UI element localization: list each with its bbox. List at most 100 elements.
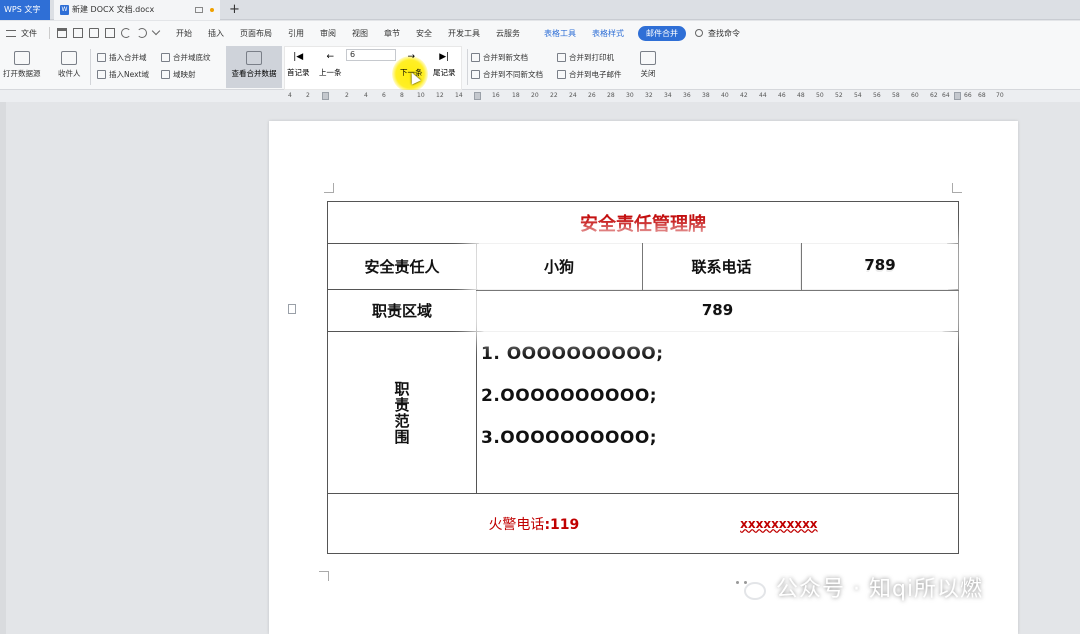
ruler-tick: 6 [382,92,386,99]
merge-to-printer-button[interactable]: 合并到打印机 [557,52,614,63]
ruler-tick: 68 [978,92,986,99]
ruler-tick: 66 [964,92,972,99]
undo-icon[interactable] [121,28,131,38]
ruler-tick: 34 [664,92,672,99]
insert-next-field-label: 插入Next域 [109,70,149,79]
area-label[interactable]: 职责区域 [327,289,477,332]
paragraph-options-icon[interactable] [288,304,296,314]
arrow-right-icon: → [407,52,416,62]
merged-phone-value[interactable]: 789 [801,256,959,274]
divider [467,49,468,85]
wechat-icon [730,574,768,600]
menu-bar: 文件 开始 插入 页面布局 引用 审阅 视图 章节 安全 开发工具 云服务 表格… [0,21,1080,45]
merged-phone-label[interactable]: 联系电话 [642,256,801,277]
insert-next-field-button[interactable]: 插入Next域 [97,69,149,80]
field-mapping-label: 域映射 [173,70,196,79]
open-data-source-button[interactable]: 打开数据源 [3,51,41,79]
menu-home[interactable]: 开始 [168,28,200,39]
app-tab-label: WPS 文字 [4,5,41,14]
menu-cloud[interactable]: 云服务 [488,28,528,39]
print-icon[interactable] [89,28,99,38]
close-merge-button[interactable]: 关闭 [640,51,656,79]
ruler-tick: 10 [417,92,425,99]
print-preview-icon[interactable] [105,28,115,38]
last-record-icon: ▶| [439,52,450,62]
row-divider [476,290,959,291]
separate-docs-icon [471,70,480,79]
fire-hotline-number: :119 [544,516,580,533]
ruler-tick: 4 [364,92,368,99]
ruler-tick: 2 [345,92,349,99]
menu-view[interactable]: 视图 [344,28,376,39]
close-icon [640,51,656,65]
scope-label-cell[interactable]: 职责范围 [327,331,477,494]
ruler-right-marker[interactable] [954,92,961,100]
search-icon[interactable] [695,29,703,37]
menu-table-style[interactable]: 表格样式 [584,28,632,39]
ruler-tick: 22 [550,92,558,99]
footer-cell[interactable]: 火警电话:119 xxxxxxxxxx [327,493,959,554]
merge-field-shading-label: 合并域底纹 [173,53,211,62]
document-tab-label: 新建 DOCX 文档.docx [72,5,155,14]
menu-security[interactable]: 安全 [408,28,440,39]
field-mapping-button[interactable]: 域映射 [161,69,196,80]
merged-fields-overlay: 小狗 联系电话 789 789 [476,243,959,332]
insert-field-icon [97,53,106,62]
first-record-button[interactable]: |◀ 首记录 [287,52,310,78]
ruler-indent-marker[interactable] [322,92,329,100]
open-folder-icon[interactable] [57,28,67,38]
menu-page-layout[interactable]: 页面布局 [232,28,280,39]
menu-references[interactable]: 引用 [280,28,312,39]
recipients-button[interactable]: 收件人 [58,51,81,79]
table-title[interactable]: 安全责任管理牌 [327,201,959,244]
scope-items-cell[interactable]: 1. OOOOOOOOOO; 2.OOOOOOOOOO; 3.OOOOOOOOO… [476,331,959,494]
margin-corner [319,571,329,581]
scope-item: 2.OOOOOOOOOO; [481,386,658,406]
ruler-tick: 30 [626,92,634,99]
search-command[interactable]: 查找命令 [706,28,748,39]
ruler-tick: 26 [588,92,596,99]
ruler-tick: 64 [942,92,950,99]
merge-field-shading-button[interactable]: 合并域底纹 [161,52,211,63]
horizontal-ruler[interactable]: 4 2 2 4 6 8 10 12 14 16 18 20 22 24 26 2… [0,90,1080,102]
customize-dropdown-icon[interactable] [151,26,161,36]
merged-responsible-value[interactable]: 小狗 [476,256,642,277]
merge-to-new-doc-label: 合并到新文档 [483,53,528,62]
save-icon[interactable] [73,28,83,38]
recipients-icon [61,51,78,65]
merge-to-email-button[interactable]: 合并到电子邮件 [557,69,622,80]
vertical-ruler[interactable] [0,102,6,634]
merge-to-separate-docs-button[interactable]: 合并到不同新文档 [471,69,543,80]
hamburger-menu-icon[interactable] [6,29,16,37]
new-tab-button[interactable]: + [229,0,240,20]
document-tab[interactable]: W 新建 DOCX 文档.docx [54,0,220,20]
last-record-button[interactable]: ▶| 尾记录 [433,52,456,78]
redo-icon[interactable] [137,28,147,38]
responsible-person-label[interactable]: 安全责任人 [327,243,477,290]
merge-to-new-doc-button[interactable]: 合并到新文档 [471,52,528,63]
menu-section[interactable]: 章节 [376,28,408,39]
insert-merge-field-button[interactable]: 插入合并域 [97,52,147,63]
prev-record-button[interactable]: ← 上一条 [319,52,342,78]
menu-insert[interactable]: 插入 [200,28,232,39]
ruler-tick: 32 [645,92,653,99]
first-record-icon: |◀ [293,52,304,62]
menu-table-tools[interactable]: 表格工具 [536,28,584,39]
app-tab-wps[interactable]: WPS 文字 [0,0,50,20]
ruler-tick: 4 [288,92,292,99]
prev-record-label: 上一条 [319,68,342,77]
record-number-input[interactable]: 6 [346,49,396,61]
menu-developer[interactable]: 开发工具 [440,28,488,39]
ruler-tick: 62 [930,92,938,99]
merged-area-value[interactable]: 789 [476,301,959,319]
menu-review[interactable]: 审阅 [312,28,344,39]
fire-hotline: 火警电话:119 [488,514,579,534]
margin-corner [952,183,962,193]
view-merged-data-button[interactable]: 查看合并数据 [226,46,282,88]
recipients-label: 收件人 [58,69,81,78]
menu-mail-merge[interactable]: 邮件合并 [638,25,686,41]
menu-file[interactable]: 文件 [19,28,45,39]
screen-icon[interactable] [195,7,203,13]
ruler-column-marker[interactable] [474,92,481,100]
printer-icon [557,53,566,62]
